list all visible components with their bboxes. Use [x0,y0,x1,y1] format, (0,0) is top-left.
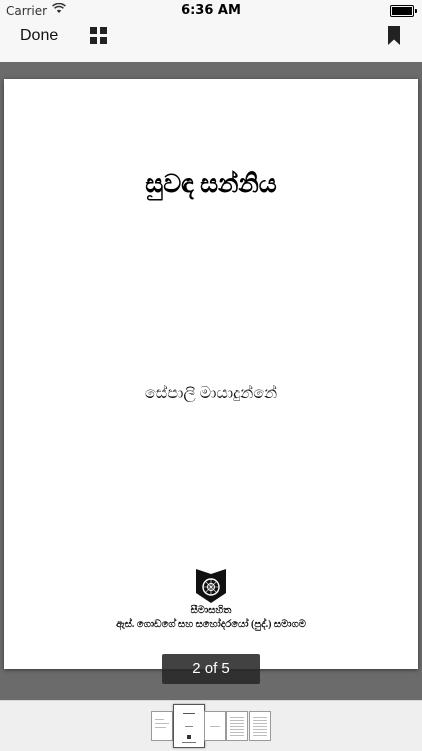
bookmark-icon[interactable] [388,26,400,45]
toolbar: Done [0,22,422,62]
grid-icon[interactable] [90,27,107,44]
page-indicator: 2 of 5 [162,654,260,684]
thumbnail-page-4[interactable] [226,711,248,741]
book-title: සුවඳ සන්නිය [145,171,277,198]
book-author: සේපාලි මායාදුන්නේ [144,385,278,402]
document-page[interactable]: සුවඳ සන්නිය සේපාලි මායාදුන්නේ සීමාසහිත ඇ… [4,79,418,669]
done-button[interactable]: Done [20,27,58,45]
status-bar: Carrier 6:36 AM [0,0,422,22]
thumbnail-page-2[interactable] [173,704,205,748]
thumbnail-strip[interactable] [0,700,422,751]
status-time: 6:36 AM [181,3,241,18]
thumbnail-page-1[interactable] [151,711,173,741]
publisher-logo-icon [196,569,226,603]
battery-icon [390,5,417,17]
publisher-line-1: සීමාසහිත [190,605,232,616]
document-viewer[interactable]: සුවඳ සන්නිය සේපාලි මායාදුන්නේ සීමාසහිත ඇ… [0,62,422,700]
publisher-line-2: ඇස්. ගොඩගේ සහ සහෝදරයෝ (පුද්.) සමාගම [116,619,306,630]
thumbnail-page-3[interactable] [204,711,226,741]
thumbnail-page-5[interactable] [249,711,271,741]
